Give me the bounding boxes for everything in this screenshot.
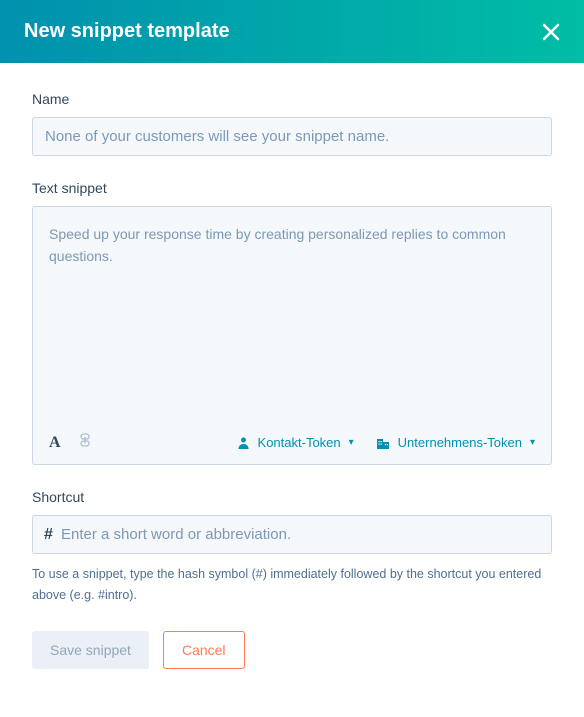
chevron-down-icon: ▾ [530,437,535,448]
person-icon [237,436,250,449]
modal-title: New snippet template [24,20,230,43]
snippet-editor[interactable]: Speed up your response time by creating … [33,207,551,425]
shortcut-wrapper: # [32,515,552,554]
shortcut-label: Shortcut [32,489,552,505]
name-input[interactable] [32,117,552,156]
chevron-down-icon: ▾ [349,437,354,448]
editor-toolbar: A [33,425,551,464]
snippet-field-group: Text snippet Speed up your response time… [32,180,552,465]
modal-header: New snippet template [0,0,584,63]
toolbar-left: A [49,433,91,452]
shortcut-help-text: To use a snippet, type the hash symbol (… [32,564,552,607]
shortcut-field-group: Shortcut # To use a snippet, type the ha… [32,489,552,607]
toolbar-right: Kontakt-Token ▾ [237,435,535,450]
hash-prefix: # [44,526,53,544]
button-row: Save snippet Cancel [32,631,552,669]
building-icon [376,436,390,449]
contact-token-label: Kontakt-Token [258,435,341,450]
contact-token-button[interactable]: Kontakt-Token ▾ [237,435,354,450]
name-field-group: Name [32,91,552,156]
shortcut-input[interactable] [32,515,552,554]
name-label: Name [32,91,552,107]
editor-wrapper: Speed up your response time by creating … [32,206,552,465]
snippet-label: Text snippet [32,180,552,196]
modal-body: Name Text snippet Speed up your response… [0,63,584,697]
company-token-button[interactable]: Unternehmens-Token ▾ [376,435,535,450]
text-format-icon[interactable]: A [49,434,61,452]
save-button[interactable]: Save snippet [32,631,149,669]
cancel-button[interactable]: Cancel [163,631,245,669]
close-icon[interactable] [542,23,560,41]
link-icon[interactable] [79,433,91,452]
company-token-label: Unternehmens-Token [398,435,522,450]
